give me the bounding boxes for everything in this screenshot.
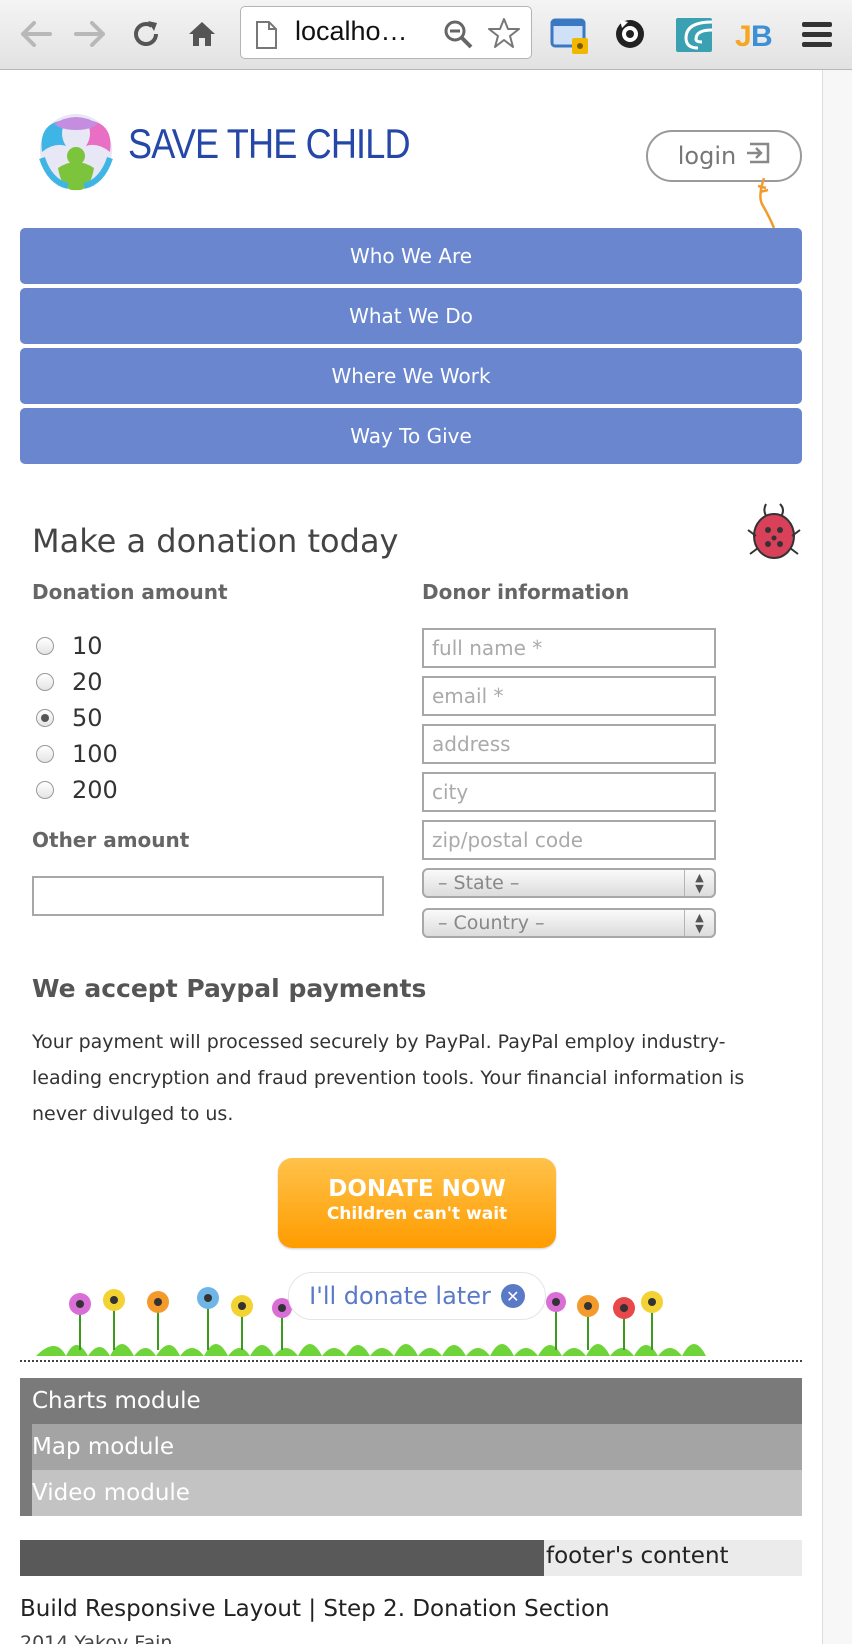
select-arrows-icon: ▲ ▼ bbox=[684, 870, 714, 896]
svg-text:B: B bbox=[751, 20, 773, 53]
donation-amount-heading: Donation amount bbox=[32, 580, 228, 604]
amount-option[interactable]: 10 bbox=[36, 628, 118, 664]
radio-button[interactable] bbox=[36, 673, 54, 691]
zip-field[interactable] bbox=[422, 820, 716, 860]
page-icon bbox=[255, 21, 277, 53]
amount-value: 100 bbox=[72, 740, 118, 768]
bookmark-star-icon[interactable] bbox=[487, 17, 521, 53]
radio-button[interactable] bbox=[36, 745, 54, 763]
page-caption-sub: 2014 Yakov Fain... bbox=[20, 1632, 191, 1644]
donate-button-line1: DONATE NOW bbox=[328, 1176, 506, 1202]
other-amount-label: Other amount bbox=[32, 828, 190, 852]
login-label: login bbox=[677, 142, 737, 170]
state-selected-value: – State – bbox=[438, 872, 520, 894]
amount-radio-group: 10 20 50 100 200 bbox=[36, 628, 118, 808]
footer-text: footer's content bbox=[546, 1543, 729, 1569]
svg-text:J: J bbox=[735, 20, 752, 53]
amount-option[interactable]: 50 bbox=[36, 700, 118, 736]
map-module: Map module bbox=[32, 1424, 802, 1470]
forward-arrow-icon[interactable] bbox=[70, 14, 110, 54]
video-module: Video module bbox=[32, 1470, 802, 1516]
extension-window-icon[interactable] bbox=[548, 12, 594, 58]
amount-value: 50 bbox=[72, 704, 103, 732]
charts-module: Charts module bbox=[20, 1378, 802, 1424]
country-select[interactable]: – Country – ▲ ▼ bbox=[422, 908, 716, 938]
logo-image[interactable] bbox=[32, 112, 120, 200]
home-icon[interactable] bbox=[182, 14, 222, 54]
radio-button-checked[interactable] bbox=[36, 709, 54, 727]
country-selected-value: – Country – bbox=[438, 912, 545, 934]
page-caption: Build Responsive Layout | Step 2. Donati… bbox=[20, 1596, 610, 1622]
nav-where-we-work[interactable]: Where We Work bbox=[20, 348, 802, 404]
donate-later-button[interactable]: I'll donate later ✕ bbox=[288, 1272, 546, 1320]
paypal-title: We accept Paypal payments bbox=[32, 974, 427, 1003]
nav-way-to-give[interactable]: Way To Give bbox=[20, 408, 802, 464]
login-button[interactable]: login bbox=[646, 130, 802, 182]
ladybug-decoration bbox=[746, 500, 804, 568]
city-field[interactable] bbox=[422, 772, 716, 812]
kite-string-decoration bbox=[748, 177, 778, 232]
amount-option[interactable]: 100 bbox=[36, 736, 118, 772]
logo-text: SAVE THE CHILD bbox=[128, 120, 411, 167]
amount-value: 10 bbox=[72, 632, 103, 660]
radio-button[interactable] bbox=[36, 781, 54, 799]
vertical-scrollbar[interactable] bbox=[822, 70, 852, 1644]
back-arrow-icon[interactable] bbox=[16, 14, 56, 54]
menu-icon[interactable] bbox=[796, 12, 842, 58]
close-circle-icon: ✕ bbox=[500, 1284, 525, 1308]
amount-option[interactable]: 200 bbox=[36, 772, 118, 808]
donate-button-line2: Children can't wait bbox=[326, 1204, 508, 1224]
page-content: SAVE THE CHILD login Who We Are What We … bbox=[0, 70, 822, 1644]
donate-now-button[interactable]: DONATE NOW Children can't wait bbox=[278, 1158, 556, 1248]
main-nav: Who We Are What We Do Where We Work Way … bbox=[20, 228, 802, 468]
modules-section: Charts module Map module Video module bbox=[20, 1378, 802, 1516]
nav-what-we-do[interactable]: What We Do bbox=[20, 288, 802, 344]
reload-icon[interactable] bbox=[126, 14, 166, 54]
donate-later-label: I'll donate later bbox=[309, 1282, 491, 1310]
amount-value: 20 bbox=[72, 668, 103, 696]
address-bar[interactable]: localho… bbox=[240, 6, 532, 59]
full-name-field[interactable] bbox=[422, 628, 716, 668]
donation-title: Make a donation today bbox=[32, 522, 399, 560]
footer: footer's content bbox=[20, 1540, 802, 1576]
amount-option[interactable]: 20 bbox=[36, 664, 118, 700]
address-field[interactable] bbox=[422, 724, 716, 764]
donor-form: – State – ▲▼ – Country – ▲▼ bbox=[422, 628, 716, 948]
paypal-text: Your payment will processed securely by … bbox=[32, 1031, 745, 1125]
amount-value: 200 bbox=[72, 776, 118, 804]
login-icon bbox=[746, 142, 770, 170]
browser-toolbar: localho… JB bbox=[0, 0, 852, 70]
url-text: localho… bbox=[295, 16, 408, 46]
email-field[interactable] bbox=[422, 676, 716, 716]
extension-sync-icon[interactable] bbox=[608, 12, 654, 58]
jetbrains-icon[interactable]: JB bbox=[732, 12, 778, 58]
footer-dark-block bbox=[20, 1540, 544, 1576]
zoom-icon[interactable] bbox=[443, 19, 473, 53]
nav-who-we-are[interactable]: Who We Are bbox=[20, 228, 802, 284]
extension-wave-icon[interactable] bbox=[672, 12, 718, 58]
select-arrows-icon: ▲ ▼ bbox=[684, 910, 714, 936]
other-amount-input[interactable] bbox=[32, 876, 384, 916]
state-select[interactable]: – State – ▲ ▼ bbox=[422, 868, 716, 898]
section-divider bbox=[20, 1360, 802, 1362]
donor-info-heading: Donor information bbox=[422, 580, 630, 604]
radio-button[interactable] bbox=[36, 637, 54, 655]
